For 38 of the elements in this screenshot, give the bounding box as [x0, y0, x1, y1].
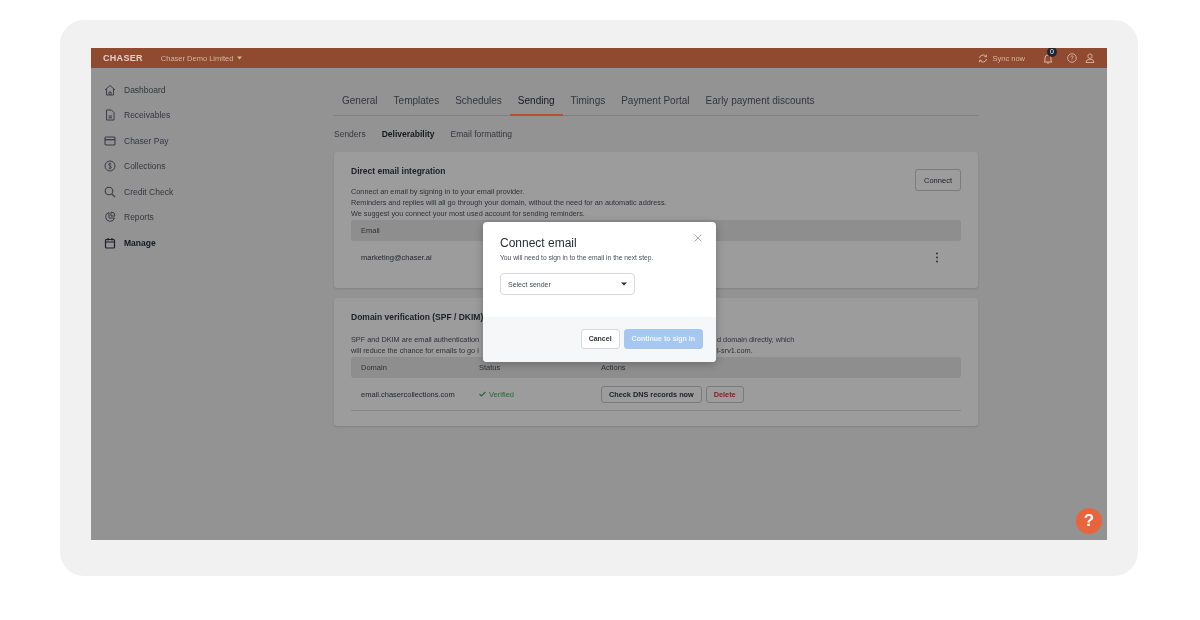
logo: CHASER [103, 53, 143, 63]
card-title: Domain verification (SPF / DKIM) [351, 312, 485, 322]
caret-icon [621, 282, 627, 286]
user-icon[interactable] [1085, 53, 1095, 63]
tab[interactable]: Templates [385, 86, 448, 116]
card-title: Direct email integration [351, 166, 447, 176]
tab[interactable]: Timings [562, 86, 614, 116]
sidebar-item[interactable]: Collections [104, 153, 334, 179]
coin-icon [104, 160, 116, 173]
more-options-icon[interactable] [935, 251, 939, 263]
document-icon [104, 109, 116, 122]
tab[interactable]: Payment Portal [613, 86, 698, 116]
tab[interactable]: Schedules [447, 86, 510, 116]
sidebar-item[interactable]: Manage [104, 230, 334, 256]
sync-icon [978, 53, 989, 63]
sub-tab[interactable]: Deliverability [381, 129, 435, 139]
pie-chart-icon [104, 211, 116, 224]
caret-icon [237, 56, 243, 60]
tab[interactable]: General [334, 86, 386, 116]
tab[interactable]: Early payment discounts [697, 86, 823, 116]
sidebar-item[interactable]: Reports [104, 204, 334, 230]
help-button[interactable]: ? [1076, 508, 1102, 534]
sidebar-item[interactable]: Chaser Pay [104, 128, 334, 154]
help-icon[interactable] [1067, 53, 1077, 63]
dialog-title: Connect email [500, 236, 578, 250]
close-icon[interactable] [694, 234, 702, 242]
check-icon [479, 391, 486, 397]
calendar-icon [104, 236, 116, 249]
tab[interactable]: Sending [509, 86, 563, 116]
search-icon [104, 185, 116, 198]
home-icon [104, 83, 116, 96]
sub-tab[interactable]: Senders [334, 129, 366, 139]
card-icon [104, 134, 116, 147]
sub-tab[interactable]: Email formatting [450, 129, 512, 139]
sidebar-item[interactable]: Receivables [104, 102, 334, 128]
bell-icon[interactable] [1043, 52, 1053, 64]
sidebar-item[interactable]: Credit Check [104, 179, 334, 205]
sidebar-item[interactable]: Dashboard [104, 77, 334, 103]
